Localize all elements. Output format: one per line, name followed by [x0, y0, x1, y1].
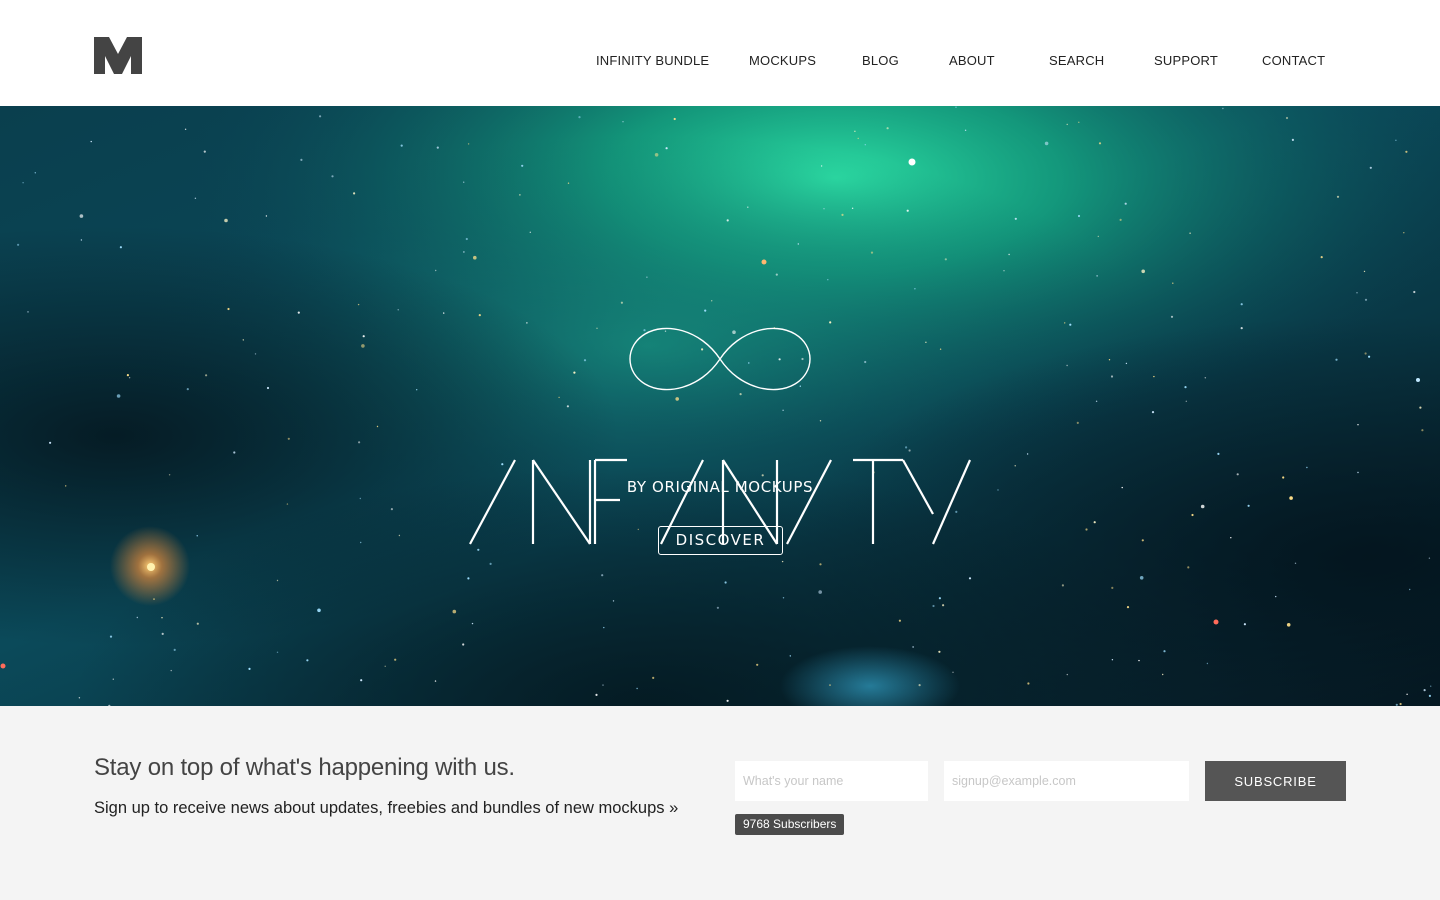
nav-mockups[interactable]: MOCKUPS: [749, 53, 816, 68]
subscribe-button[interactable]: SUBSCRIBE: [1205, 761, 1346, 801]
nav-contact[interactable]: CONTACT: [1262, 53, 1325, 68]
hero-banner: BY ORIGINAL MOCKUPS DISCOVER: [0, 106, 1440, 706]
nav-support[interactable]: SUPPORT: [1154, 53, 1218, 68]
newsletter-description[interactable]: Sign up to receive news about updates, f…: [94, 799, 678, 818]
email-field[interactable]: [944, 761, 1189, 801]
site-header: INFINITY BUNDLE MOCKUPS BLOG ABOUT SEARC…: [0, 0, 1440, 106]
newsletter-section: Stay on top of what's happening with us.…: [0, 706, 1440, 900]
newsletter-title: Stay on top of what's happening with us.: [94, 754, 515, 781]
main-nav: INFINITY BUNDLE MOCKUPS BLOG ABOUT SEARC…: [0, 53, 1440, 71]
nav-infinity-bundle[interactable]: INFINITY BUNDLE: [596, 53, 709, 68]
nav-about[interactable]: ABOUT: [949, 53, 995, 68]
nav-blog[interactable]: BLOG: [862, 53, 899, 68]
hero-byline: BY ORIGINAL MOCKUPS: [626, 478, 814, 496]
space-background: [0, 106, 1440, 706]
discover-button[interactable]: DISCOVER: [658, 526, 783, 555]
infinity-icon: [629, 327, 811, 391]
name-field[interactable]: [735, 761, 928, 801]
subscriber-count-badge: 9768 Subscribers: [735, 814, 845, 835]
nav-search[interactable]: SEARCH: [1049, 53, 1104, 68]
